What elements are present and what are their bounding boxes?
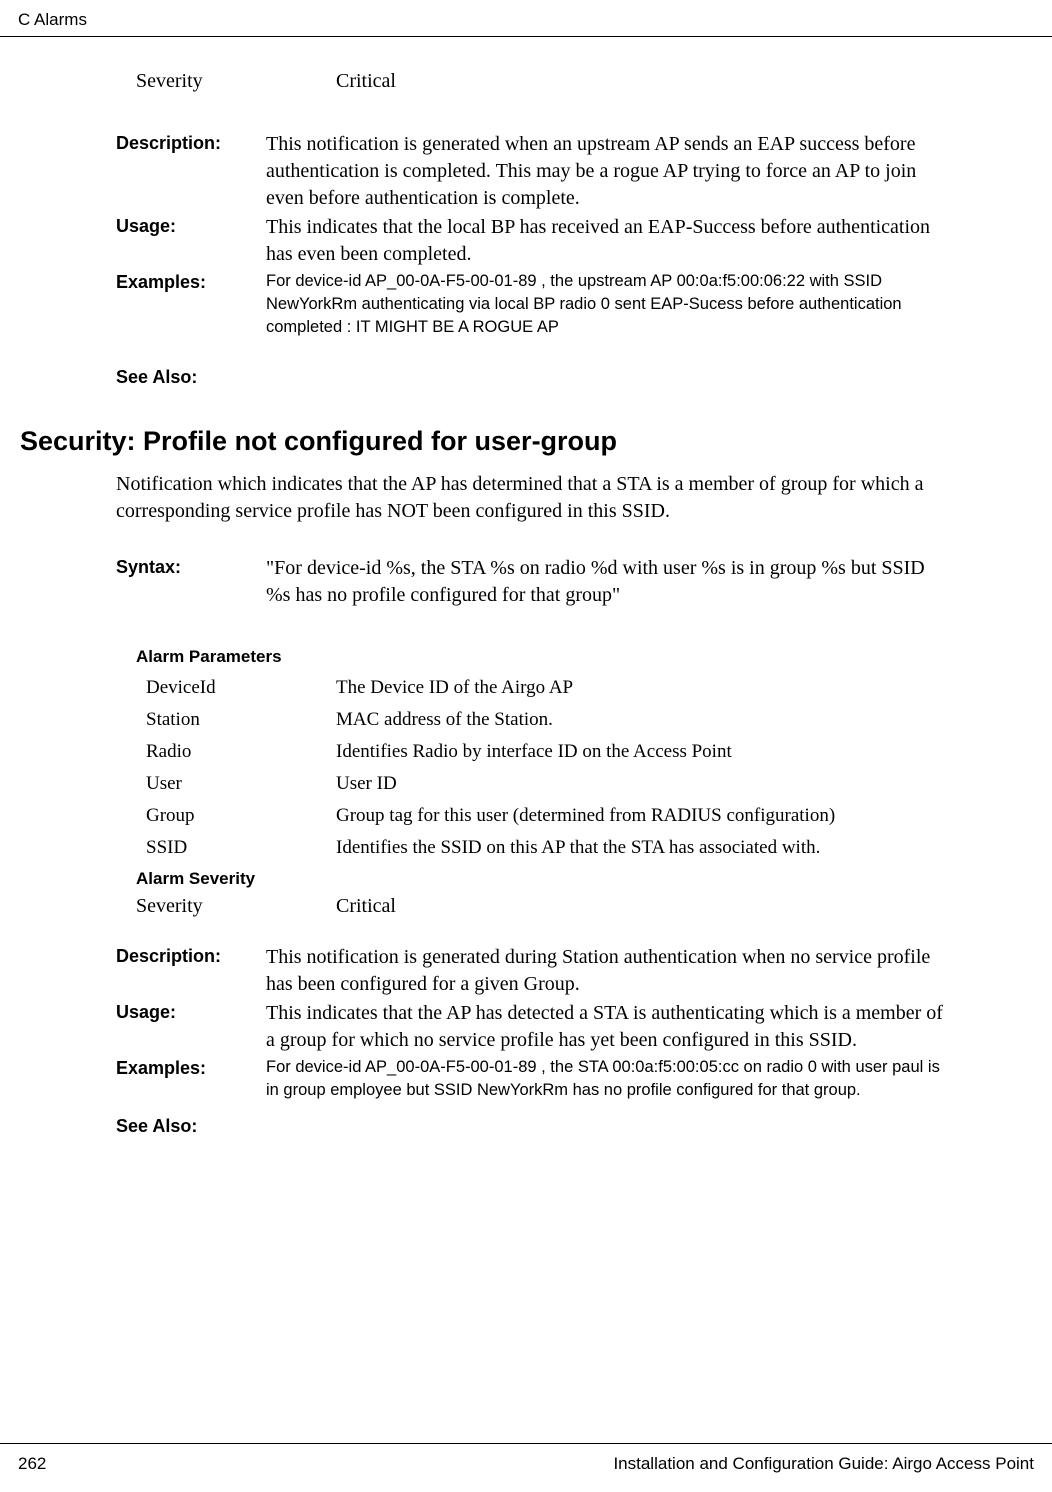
examples-text: For device-id AP_00-0A-F5-00-01-89 , the… <box>266 1056 947 1102</box>
header-rule <box>0 36 1052 37</box>
usage-row: Usage: This indicates that the AP has de… <box>116 1000 947 1054</box>
see-also-row: See Also: <box>116 1114 947 1137</box>
description-label: Description: <box>116 944 266 998</box>
table-row: Station MAC address of the Station. <box>116 709 947 731</box>
alarm-parameters-header: Alarm Parameters <box>116 647 947 667</box>
page-header: C Alarms <box>0 10 1052 30</box>
page-number: 262 <box>18 1454 46 1474</box>
usage-label: Usage: <box>116 214 266 268</box>
param-name: DeviceId <box>146 677 336 699</box>
examples-row: Examples: For device-id AP_00-0A-F5-00-0… <box>116 1056 947 1102</box>
description-row: Description: This notification is genera… <box>116 131 947 212</box>
severity-label: Severity <box>136 895 336 918</box>
table-row: DeviceId The Device ID of the Airgo AP <box>116 677 947 699</box>
param-desc: The Device ID of the Airgo AP <box>336 677 947 699</box>
see-also-label: See Also: <box>116 1114 266 1137</box>
severity-row-top: Severity Critical <box>116 70 947 93</box>
page: C Alarms Severity Critical Description: … <box>0 0 1052 1492</box>
usage-text: This indicates that the AP has detected … <box>266 1000 947 1054</box>
param-name: SSID <box>146 837 336 859</box>
usage-row: Usage: This indicates that the local BP … <box>116 214 947 268</box>
table-row: Group Group tag for this user (determine… <box>116 805 947 827</box>
severity-value: Critical <box>336 895 947 918</box>
severity-label: Severity <box>136 70 336 93</box>
examples-text: For device-id AP_00-0A-F5-00-01-89 , the… <box>266 270 947 339</box>
param-name: Group <box>146 805 336 827</box>
see-also-row: See Also: <box>116 365 947 388</box>
section-intro: Notification which indicates that the AP… <box>116 471 947 525</box>
see-also-text <box>266 365 947 388</box>
chapter-label: C Alarms <box>18 10 87 30</box>
param-desc: Identifies the SSID on this AP that the … <box>336 837 947 859</box>
see-also-label: See Also: <box>116 365 266 388</box>
section-heading: Security: Profile not configured for use… <box>10 426 947 457</box>
description-text: This notification is generated when an u… <box>266 131 947 212</box>
description-label: Description: <box>116 131 266 212</box>
syntax-row: Syntax: "For device-id %s, the STA %s on… <box>116 555 947 609</box>
table-row: User User ID <box>116 773 947 795</box>
param-name: User <box>146 773 336 795</box>
description-text: This notification is generated during St… <box>266 944 947 998</box>
param-desc: User ID <box>336 773 947 795</box>
param-desc: Identifies Radio by interface ID on the … <box>336 741 947 763</box>
content-area: Severity Critical Description: This noti… <box>0 70 1052 1139</box>
usage-text: This indicates that the local BP has rec… <box>266 214 947 268</box>
alarm-severity-header: Alarm Severity <box>116 869 947 889</box>
page-footer: 262 Installation and Configuration Guide… <box>0 1454 1052 1474</box>
param-name: Radio <box>146 741 336 763</box>
severity-value: Critical <box>336 70 947 93</box>
syntax-label: Syntax: <box>116 555 266 609</box>
book-title: Installation and Configuration Guide: Ai… <box>613 1454 1034 1474</box>
table-row: Radio Identifies Radio by interface ID o… <box>116 741 947 763</box>
examples-label: Examples: <box>116 1056 266 1102</box>
examples-label: Examples: <box>116 270 266 339</box>
param-desc: Group tag for this user (determined from… <box>336 805 947 827</box>
severity-row-section: Severity Critical <box>116 895 947 918</box>
usage-label: Usage: <box>116 1000 266 1054</box>
footer-rule <box>0 1443 1052 1444</box>
examples-row: Examples: For device-id AP_00-0A-F5-00-0… <box>116 270 947 339</box>
param-desc: MAC address of the Station. <box>336 709 947 731</box>
syntax-text: "For device-id %s, the STA %s on radio %… <box>266 555 947 609</box>
see-also-text <box>266 1114 947 1137</box>
description-row: Description: This notification is genera… <box>116 944 947 998</box>
table-row: SSID Identifies the SSID on this AP that… <box>116 837 947 859</box>
param-name: Station <box>146 709 336 731</box>
